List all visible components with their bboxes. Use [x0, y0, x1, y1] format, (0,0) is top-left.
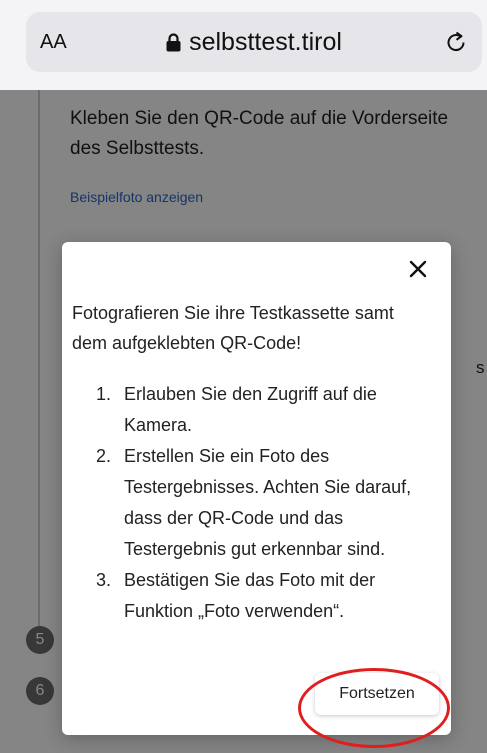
address-bar[interactable]: AA selbsttest.tirol [26, 12, 482, 72]
instruction-step: 1. Erlauben Sie den Zugriff auf die Kame… [96, 379, 426, 441]
close-icon[interactable] [405, 256, 431, 282]
step-text: Erlauben Sie den Zugriff auf die Kamera. [124, 384, 377, 435]
continue-button[interactable]: Fortsetzen [315, 673, 439, 715]
instruction-step: 2. Erstellen Sie ein Foto des Testergebn… [96, 441, 426, 565]
url-text: selbsttest.tirol [189, 28, 342, 56]
photo-instructions-dialog: Fotografieren Sie ihre Testkassette samt… [62, 242, 451, 735]
step-text: Bestätigen Sie das Foto mit der Funktion… [124, 570, 376, 621]
instruction-step: 3. Bestätigen Sie das Foto mit der Funkt… [96, 565, 426, 627]
browser-toolbar: AA selbsttest.tirol [0, 0, 487, 90]
step-index: 3. [96, 570, 112, 590]
lock-icon [166, 30, 181, 59]
step-index: 2. [96, 446, 112, 466]
instruction-list: 1. Erlauben Sie den Zugriff auf die Kame… [96, 379, 426, 627]
step-text: Erstellen Sie ein Foto des Testergebniss… [124, 446, 412, 559]
step-index: 1. [96, 384, 112, 404]
dialog-title: Fotografieren Sie ihre Testkassette samt… [72, 303, 394, 353]
reload-icon[interactable] [444, 28, 468, 59]
url-display[interactable]: selbsttest.tirol [26, 28, 482, 59]
